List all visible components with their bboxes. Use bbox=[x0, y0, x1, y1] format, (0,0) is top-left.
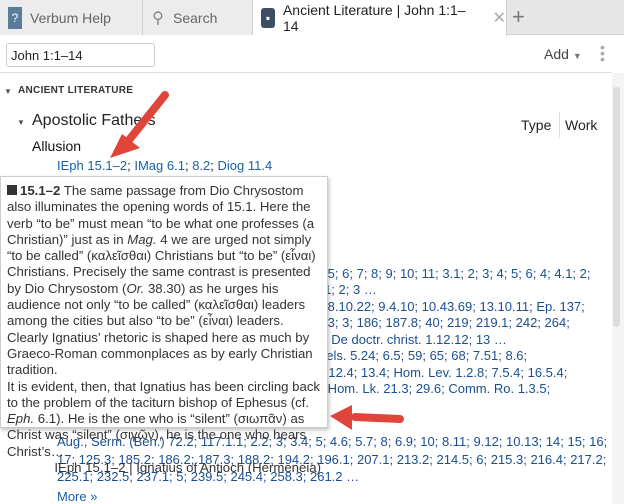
help-icon: ? bbox=[8, 6, 22, 29]
text: Mag. bbox=[127, 231, 157, 247]
reference-line[interactable]: ; 2; Hom. Lk. 21.3; 29.6; Comm. Ro. 1.3.… bbox=[306, 381, 550, 396]
divider bbox=[559, 112, 560, 138]
arrow-head-icon bbox=[110, 134, 140, 158]
square-icon bbox=[7, 185, 17, 195]
tab-label: Verbum Help bbox=[30, 9, 111, 26]
type-button[interactable]: Type bbox=[521, 117, 551, 133]
group-heading: Apostolic Fathers bbox=[32, 112, 156, 129]
reference-line[interactable]: 5.1.3; 3; 186; 187.8; 40; 219; 219.1; 24… bbox=[306, 315, 570, 330]
text: Or. bbox=[126, 280, 145, 296]
arrow-head-icon bbox=[330, 405, 352, 430]
more-options-icon[interactable]: • • • bbox=[600, 40, 605, 66]
search-icon: ⚲ bbox=[152, 9, 164, 27]
link[interactable]: IEph 15.1–2 bbox=[57, 158, 127, 173]
reference-line[interactable]: ; 4; 5; 6; 7; 8; 9; 10; 11; 3.1; 2; 3; 4… bbox=[306, 266, 591, 281]
collapse-icon[interactable]: ▼ bbox=[4, 87, 12, 96]
arrow-annotation-icon bbox=[351, 413, 404, 423]
book-icon: ▪ bbox=[261, 8, 275, 28]
tab-label: Ancient Literature | John 1:1–14 bbox=[282, 2, 466, 34]
scrollbar-thumb[interactable] bbox=[613, 87, 620, 327]
popup-paragraph: It is evident, then, that Ignatius has b… bbox=[7, 379, 321, 460]
divider bbox=[0, 72, 612, 73]
reference-input[interactable] bbox=[6, 43, 155, 67]
reference-line[interactable]: 25; 8.10.22; 9.4.10; 10.43.69; 13.10.11;… bbox=[306, 299, 585, 314]
allusion-links: IEph 15.1–2; IMag 6.1; 8.2; Diog 11.4 bbox=[57, 158, 273, 173]
subheading: Allusion bbox=[32, 138, 82, 154]
new-tab-button[interactable]: + bbox=[512, 4, 525, 30]
collapse-icon[interactable]: ▼ bbox=[17, 118, 25, 127]
add-button[interactable]: Add ▼ bbox=[544, 46, 582, 62]
tab-ancient-literature[interactable]: ▪ Ancient Literature | John 1:1–14 ✕ bbox=[253, 0, 507, 36]
reference-line[interactable]: Ex. 12.4; 13.4; Hom. Lev. 1.2.8; 7.5.4; … bbox=[306, 365, 567, 380]
text: 6.1). He is the one who is “silent” (σιω… bbox=[7, 411, 307, 459]
tab-bar: ? Verbum Help ⚲ Search ▪ Ancient Literat… bbox=[0, 0, 624, 36]
popup-source[interactable]: IEph 15.1–2 | Ignatius of Antioch (Herme… bbox=[7, 460, 321, 476]
link[interactable]: 8.2 bbox=[192, 158, 210, 173]
section-title: ANCIENT LITERATURE bbox=[18, 85, 134, 96]
caret-down-icon: ▼ bbox=[572, 51, 582, 61]
popup-ref: 15.1–2 bbox=[20, 183, 61, 198]
preview-popup: 15.1–2 The same passage from Dio Chrysos… bbox=[0, 176, 328, 475]
reference-line[interactable]: t. Cels. 5.24; 6.5; 59; 65; 68; 7.51; 8.… bbox=[306, 348, 527, 363]
tab-search[interactable]: ⚲ Search bbox=[143, 0, 253, 35]
add-label: Add bbox=[544, 46, 569, 62]
tab-verbum-help[interactable]: ? Verbum Help bbox=[0, 0, 143, 35]
link[interactable]: IMag 6.1 bbox=[134, 158, 185, 173]
tab-label: Search bbox=[173, 9, 218, 26]
text: Eph. bbox=[7, 411, 35, 427]
text: It is evident, then, that Ignatius has b… bbox=[7, 378, 321, 410]
link[interactable]: Diog 11.4 bbox=[218, 158, 273, 173]
popup-paragraph: 15.1–2 The same passage from Dio Chrysos… bbox=[7, 183, 321, 379]
more-link[interactable]: More » bbox=[57, 489, 97, 504]
close-icon[interactable]: ✕ bbox=[493, 8, 506, 28]
work-button[interactable]: Work bbox=[565, 117, 597, 133]
reference-line[interactable]: 2.1; De doctr. christ. 1.12.12; 13 … bbox=[306, 332, 507, 347]
